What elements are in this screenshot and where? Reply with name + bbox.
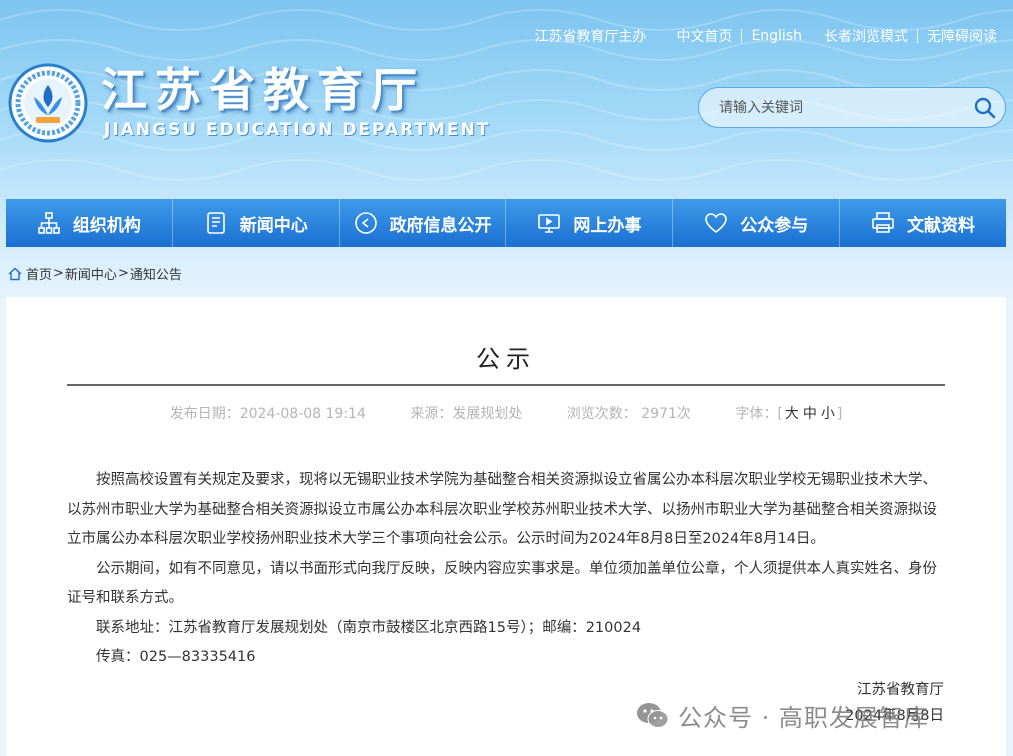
wechat-watermark: 公众号 · 高职发展智库 xyxy=(636,698,929,733)
font-medium-button[interactable]: 中 xyxy=(803,406,817,422)
paragraph: 公示期间，如有不同意见，请以书面形式向我厅反映，反映内容应实事求是。单位须加盖单… xyxy=(67,560,937,607)
article-meta: 发布日期：2024-08-08 19:14 来源：发展规划处 浏览次数： 297… xyxy=(6,403,1006,423)
link-home-cn[interactable]: 中文首页 xyxy=(676,26,732,46)
search-button[interactable] xyxy=(965,88,1005,128)
view-count: 浏览次数： 2971次 xyxy=(566,406,691,422)
nav-item-public[interactable]: 公众参与 xyxy=(673,199,841,247)
breadcrumb-home[interactable]: 首页 xyxy=(26,264,52,283)
title-divider xyxy=(67,384,945,386)
site-subtitle: JIANGSU EDUCATION DEPARTMENT xyxy=(104,120,491,140)
info-icon xyxy=(354,212,377,234)
breadcrumb: 首页 > 新闻中心 > 通知公告 xyxy=(8,264,182,283)
nav-item-news[interactable]: 新闻中心 xyxy=(173,199,340,247)
nav-label: 网上办事 xyxy=(573,215,642,236)
nav-label: 政府信息公开 xyxy=(389,215,492,236)
site-title: 江苏省教育厅 xyxy=(101,63,425,117)
contact-fax: 传真：025—83335416 xyxy=(96,649,256,665)
link-english[interactable]: English xyxy=(751,28,802,44)
divider xyxy=(741,29,743,43)
search-box xyxy=(698,87,1006,128)
search-icon xyxy=(974,97,996,118)
article-source: 来源：发展规划处 xyxy=(410,406,523,422)
printer-icon xyxy=(872,212,894,233)
wechat-icon xyxy=(637,702,669,728)
nav-item-documents[interactable]: 文献资料 xyxy=(840,199,1006,247)
monitor-icon xyxy=(538,214,561,233)
watermark-text: 公众号 · 高职发展智库 xyxy=(678,704,929,732)
breadcrumb-news[interactable]: 新闻中心 xyxy=(65,264,117,283)
heart-icon xyxy=(705,213,728,234)
font-size-control: 字体：[大中小] xyxy=(735,406,843,422)
font-large-button[interactable]: 大 xyxy=(785,406,799,422)
divider xyxy=(917,29,918,43)
nav-label: 新闻中心 xyxy=(239,215,308,236)
main-nav: 组织机构 新闻中心 政府信息公开 网上办事 公众参与 文献资料 xyxy=(6,199,1006,247)
article-body: 按照高校设置有关规定及要求，现将以无锡职业技术学院为基础整合相关资源拟设立省属公… xyxy=(67,466,947,673)
document-icon xyxy=(206,212,225,234)
article-container: 公示 发布日期：2024-08-08 19:14 来源：发展规划处 浏览次数： … xyxy=(6,297,1006,756)
paragraph: 按照高校设置有关规定及要求，现将以无锡职业技术学院为基础整合相关资源拟设立省属公… xyxy=(67,472,937,547)
font-small-button[interactable]: 小 xyxy=(821,406,835,422)
nav-label: 组织机构 xyxy=(72,215,141,236)
logo-emblem-icon[interactable] xyxy=(8,63,88,143)
nav-label: 文献资料 xyxy=(907,215,976,236)
breadcrumb-notice[interactable]: 通知公告 xyxy=(130,264,182,283)
nav-item-org[interactable]: 组织机构 xyxy=(6,199,173,247)
link-elder-mode[interactable]: 长者浏览模式 xyxy=(824,26,908,46)
publish-date: 发布日期：2024-08-08 19:14 xyxy=(169,406,366,422)
search-input[interactable] xyxy=(699,88,965,127)
top-links-bar: 江苏省教育厅主办 中文首页 English 长者浏览模式 无障碍阅读 xyxy=(534,26,997,46)
nav-label: 公众参与 xyxy=(740,215,809,236)
home-icon xyxy=(8,267,22,280)
contact-address: 联系地址：江苏省教育厅发展规划处（南京市鼓楼区北京西路15号）；邮编：21002… xyxy=(96,619,642,636)
host-text: 江苏省教育厅主办 xyxy=(534,29,647,45)
nav-item-gov-info[interactable]: 政府信息公开 xyxy=(340,199,507,247)
link-accessibility[interactable]: 无障碍阅读 xyxy=(927,26,997,46)
org-chart-icon xyxy=(38,212,60,234)
article-title: 公示 xyxy=(476,345,536,373)
nav-item-online-service[interactable]: 网上办事 xyxy=(506,199,674,247)
